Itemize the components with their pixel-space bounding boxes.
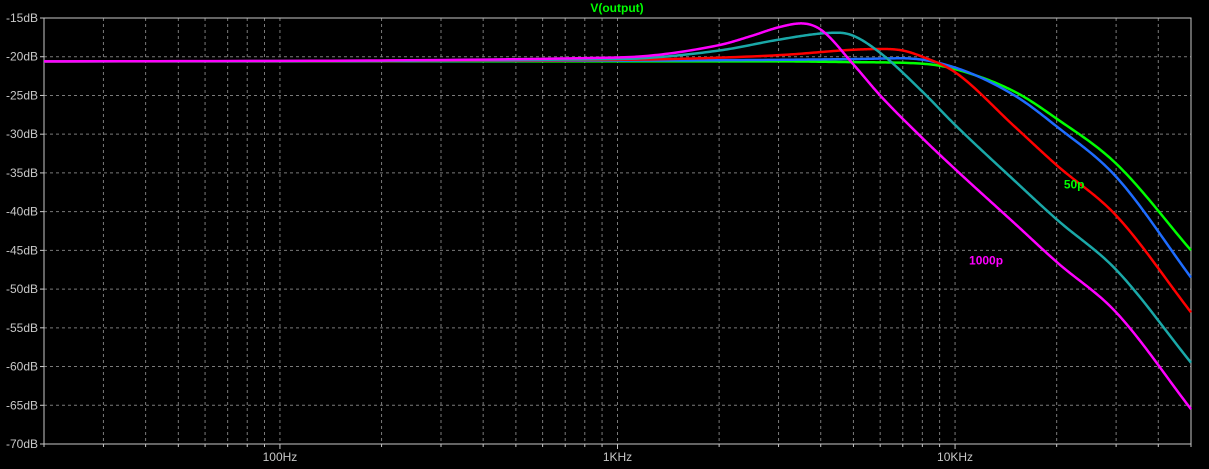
y-tick-label: -25dB — [6, 88, 38, 102]
y-tick-label: -45dB — [6, 243, 38, 257]
y-tick-label: -35dB — [6, 166, 38, 180]
y-tick-label: -30dB — [6, 127, 38, 141]
x-tick-label: 1KHz — [603, 450, 632, 464]
series-annotation: 1000p — [969, 253, 1003, 267]
x-tick-label: 10KHz — [937, 450, 973, 464]
series-annotation: 50p — [1064, 177, 1085, 191]
y-tick-label: -15dB — [6, 11, 38, 25]
y-tick-label: -55dB — [6, 321, 38, 335]
y-tick-label: -70dB — [6, 437, 38, 451]
chart-title: V(output) — [590, 1, 643, 15]
y-tick-label: -65dB — [6, 398, 38, 412]
y-tick-label: -50dB — [6, 282, 38, 296]
bode-plot: -15dB -20dB -25dB -30dB -35dB -40dB -45dB -50dB… — [0, 0, 1209, 469]
y-tick-label: -60dB — [6, 360, 38, 374]
y-tick-label: -40dB — [6, 205, 38, 219]
y-tick-label: -20dB — [6, 50, 38, 64]
x-tick-label: 100Hz — [263, 450, 298, 464]
